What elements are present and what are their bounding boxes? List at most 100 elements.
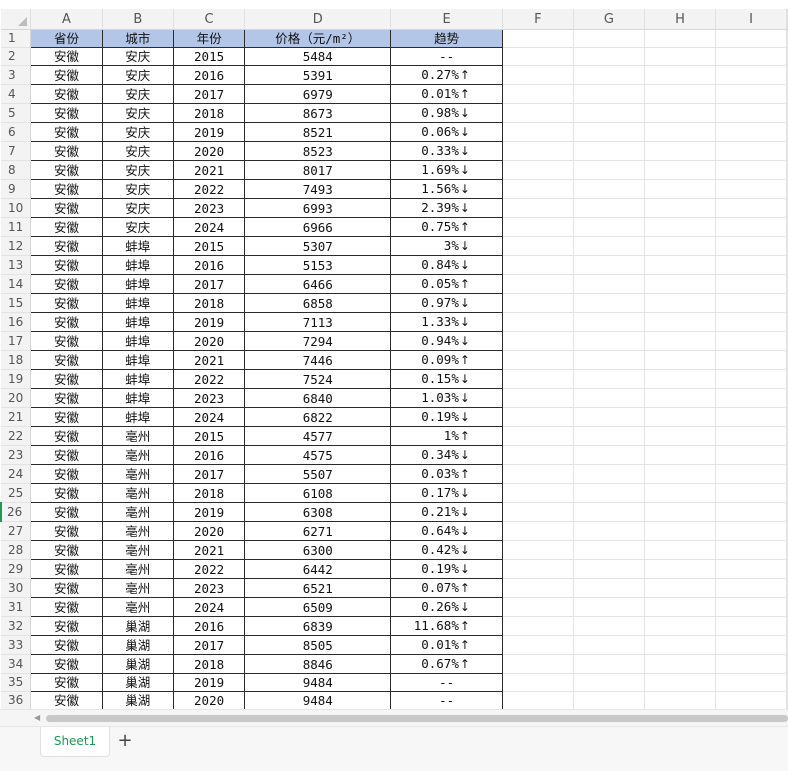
- row-number[interactable]: 30: [1, 578, 32, 598]
- empty-cell[interactable]: [715, 274, 788, 294]
- row-number[interactable]: 23: [1, 445, 32, 465]
- row-number[interactable]: 36: [1, 691, 32, 709]
- empty-cell[interactable]: [786, 673, 788, 692]
- empty-cell[interactable]: [502, 65, 574, 85]
- year-cell[interactable]: 2022: [172, 559, 246, 579]
- trend-cell[interactable]: 0.01%↑: [390, 84, 503, 104]
- province-cell[interactable]: 安徽: [30, 179, 103, 199]
- row-number[interactable]: 27: [1, 521, 32, 541]
- empty-cell[interactable]: [715, 635, 788, 655]
- empty-cell[interactable]: [644, 293, 716, 313]
- empty-cell[interactable]: [786, 141, 788, 161]
- empty-cell[interactable]: [786, 312, 788, 332]
- year-cell[interactable]: 2024: [172, 217, 246, 237]
- empty-cell[interactable]: [786, 464, 788, 484]
- empty-cell[interactable]: [573, 160, 645, 180]
- price-cell[interactable]: 6509: [244, 597, 392, 617]
- row-number[interactable]: 12: [1, 236, 32, 256]
- row-number[interactable]: 33: [1, 635, 32, 655]
- year-cell[interactable]: 2024: [172, 407, 246, 427]
- year-cell[interactable]: 2018: [172, 483, 246, 503]
- price-cell[interactable]: 4577: [244, 426, 392, 446]
- empty-cell[interactable]: [573, 616, 645, 636]
- select-all-icon[interactable]: [1, 9, 32, 30]
- empty-cell[interactable]: [786, 274, 788, 294]
- province-cell[interactable]: 安徽: [30, 426, 103, 446]
- year-cell[interactable]: 2020: [172, 691, 246, 709]
- empty-cell[interactable]: [573, 540, 645, 560]
- empty-cell[interactable]: [786, 29, 788, 48]
- empty-cell[interactable]: [502, 388, 574, 408]
- empty-cell[interactable]: [715, 483, 788, 503]
- empty-cell[interactable]: [715, 103, 788, 123]
- trend-cell[interactable]: 0.34%↓: [390, 445, 503, 465]
- empty-cell[interactable]: [573, 502, 645, 522]
- year-cell[interactable]: 2021: [172, 160, 246, 180]
- row-number[interactable]: 26: [0, 502, 32, 522]
- city-cell[interactable]: 亳州: [101, 445, 174, 465]
- row-number[interactable]: 25: [1, 483, 32, 503]
- empty-cell[interactable]: [786, 445, 788, 465]
- year-cell[interactable]: 2015: [172, 426, 246, 446]
- empty-cell[interactable]: [715, 654, 788, 674]
- city-cell[interactable]: 巢湖: [101, 691, 174, 709]
- empty-cell[interactable]: [502, 350, 574, 370]
- empty-cell[interactable]: [502, 464, 574, 484]
- empty-cell[interactable]: [644, 691, 716, 709]
- empty-cell[interactable]: [644, 559, 716, 579]
- column-header-g[interactable]: G: [573, 9, 645, 30]
- trend-cell[interactable]: --: [390, 673, 503, 692]
- price-cell[interactable]: 8017: [244, 160, 392, 180]
- province-cell[interactable]: 安徽: [30, 635, 103, 655]
- city-cell[interactable]: 蚌埠: [101, 274, 174, 294]
- empty-cell[interactable]: [786, 103, 788, 123]
- price-cell[interactable]: 9484: [244, 673, 392, 692]
- empty-cell[interactable]: [502, 141, 574, 161]
- city-cell[interactable]: 安庆: [101, 47, 174, 66]
- empty-cell[interactable]: [502, 217, 574, 237]
- price-cell[interactable]: 8523: [244, 141, 392, 161]
- trend-cell[interactable]: 0.07%↑: [390, 578, 503, 598]
- price-cell[interactable]: 6300: [244, 540, 392, 560]
- province-cell[interactable]: 安徽: [30, 388, 103, 408]
- city-cell[interactable]: 蚌埠: [101, 407, 174, 427]
- empty-cell[interactable]: [502, 255, 574, 275]
- price-cell[interactable]: 8673: [244, 103, 392, 123]
- row-number[interactable]: 35: [1, 673, 32, 692]
- empty-cell[interactable]: [573, 122, 645, 142]
- empty-cell[interactable]: [573, 578, 645, 598]
- trend-cell[interactable]: 0.33%↓: [390, 141, 503, 161]
- empty-cell[interactable]: [644, 84, 716, 104]
- province-cell[interactable]: 安徽: [30, 198, 103, 218]
- row-number[interactable]: 13: [1, 255, 32, 275]
- column-header-e[interactable]: E: [390, 9, 503, 30]
- city-cell[interactable]: 亳州: [101, 464, 174, 484]
- price-cell[interactable]: 4575: [244, 445, 392, 465]
- province-cell[interactable]: 安徽: [30, 597, 103, 617]
- empty-cell[interactable]: [715, 84, 788, 104]
- empty-cell[interactable]: [786, 293, 788, 313]
- city-cell[interactable]: 安庆: [101, 179, 174, 199]
- city-cell[interactable]: 亳州: [101, 578, 174, 598]
- city-cell[interactable]: 安庆: [101, 160, 174, 180]
- trend-cell[interactable]: 0.67%↑: [390, 654, 503, 674]
- province-cell[interactable]: 安徽: [30, 103, 103, 123]
- trend-cell[interactable]: 0.05%↑: [390, 274, 503, 294]
- city-cell[interactable]: 蚌埠: [101, 388, 174, 408]
- empty-cell[interactable]: [644, 122, 716, 142]
- empty-cell[interactable]: [573, 141, 645, 161]
- empty-cell[interactable]: [502, 426, 574, 446]
- price-cell[interactable]: 7524: [244, 369, 392, 389]
- empty-cell[interactable]: [644, 217, 716, 237]
- empty-cell[interactable]: [502, 331, 574, 351]
- empty-cell[interactable]: [644, 160, 716, 180]
- empty-cell[interactable]: [715, 331, 788, 351]
- row-number[interactable]: 24: [1, 464, 32, 484]
- year-cell[interactable]: 2016: [172, 445, 246, 465]
- empty-cell[interactable]: [715, 179, 788, 199]
- empty-cell[interactable]: [715, 407, 788, 427]
- empty-cell[interactable]: [573, 103, 645, 123]
- trend-cell[interactable]: 0.21%↓: [390, 502, 503, 522]
- empty-cell[interactable]: [573, 179, 645, 199]
- empty-cell[interactable]: [502, 445, 574, 465]
